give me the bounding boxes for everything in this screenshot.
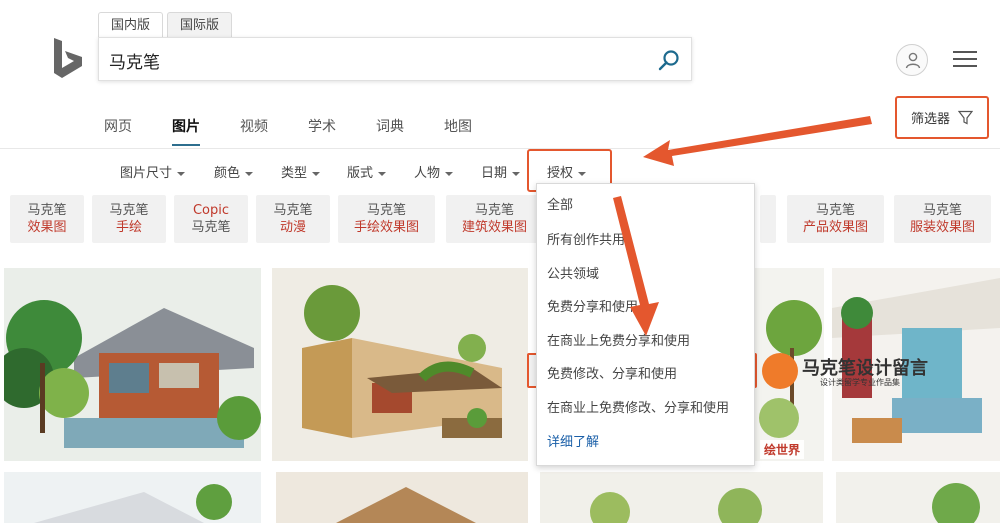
marker-sketch-row2 xyxy=(836,472,1000,523)
license-option-free-modify[interactable]: 免费修改、分享和使用 xyxy=(547,363,677,382)
arrow-to-license-icon xyxy=(643,116,872,166)
related-search-partial[interactable] xyxy=(760,195,776,243)
search-input[interactable] xyxy=(109,46,629,74)
nav-academic[interactable]: 学术 xyxy=(308,116,336,144)
image-result[interactable] xyxy=(272,268,528,461)
watermark: 马克笔设计留言 设计类留学专业作品集 xyxy=(762,351,932,391)
bing-logo-icon[interactable] xyxy=(52,38,84,80)
nav-videos[interactable]: 视频 xyxy=(240,116,268,144)
nav-dictionary[interactable]: 词典 xyxy=(376,116,404,144)
image-result[interactable] xyxy=(276,472,528,523)
caret-down-icon xyxy=(312,171,321,176)
related-search[interactable]: 马克笔 产品效果图 xyxy=(787,195,884,243)
nav-web[interactable]: 网页 xyxy=(104,116,132,144)
license-option-all[interactable]: 全部 xyxy=(547,194,573,213)
marker-sketch-row2 xyxy=(4,472,261,523)
caret-down-icon xyxy=(378,171,387,176)
filter-color[interactable]: 颜色 xyxy=(214,162,254,181)
filter-button-label: 筛选器 xyxy=(910,112,950,127)
related-search[interactable]: 马克笔 效果图 xyxy=(10,195,84,243)
license-option-free-share[interactable]: 免费分享和使用 xyxy=(547,296,638,315)
nav-divider xyxy=(0,148,1000,149)
caret-down-icon xyxy=(177,171,186,176)
license-option-creative-commons[interactable]: 所有创作共用 xyxy=(547,229,625,248)
vertical-nav: 网页 图片 视频 学术 词典 地图 xyxy=(104,116,512,146)
tab-international[interactable]: 国际版 xyxy=(167,12,233,38)
funnel-icon xyxy=(958,110,973,125)
image-result[interactable] xyxy=(4,268,261,461)
related-search[interactable]: 马克笔 手绘 xyxy=(92,195,166,243)
watermark-subtitle: 设计类留学专业作品集 xyxy=(820,378,900,387)
filter-layout[interactable]: 版式 xyxy=(347,162,387,181)
caret-down-icon xyxy=(512,171,521,176)
filter-date[interactable]: 日期 xyxy=(481,162,521,181)
license-option-free-share-commercial[interactable]: 在商业上免费分享和使用 xyxy=(547,330,690,349)
related-search[interactable]: 马克笔 服装效果图 xyxy=(894,195,991,243)
user-avatar[interactable] xyxy=(896,44,928,76)
caret-down-icon xyxy=(445,171,454,176)
license-option-public-domain[interactable]: 公共领域 xyxy=(547,263,599,282)
filter-type[interactable]: 类型 xyxy=(281,162,321,181)
image-result[interactable] xyxy=(836,472,1000,523)
scope-tabs: 国内版 国际版 xyxy=(98,12,233,38)
nav-images[interactable]: 图片 xyxy=(172,116,200,146)
related-search[interactable]: Copic 马克笔 xyxy=(174,195,248,243)
license-dropdown: 全部 所有创作共用 公共领域 免费分享和使用 在商业上免费分享和使用 免费修改、… xyxy=(536,183,755,466)
image-result[interactable] xyxy=(4,472,261,523)
filter-button[interactable]: 筛选器 xyxy=(895,96,989,139)
caret-down-icon xyxy=(245,171,254,176)
user-icon xyxy=(905,52,921,69)
related-search[interactable]: 马克笔 手绘效果图 xyxy=(338,195,435,243)
tab-domestic[interactable]: 国内版 xyxy=(98,12,164,38)
filter-image-size[interactable]: 图片尺寸 xyxy=(120,162,186,181)
marker-sketch-row2 xyxy=(276,472,528,523)
watermark-logo-icon xyxy=(762,353,798,389)
image-source-badge: 绘世界 xyxy=(760,440,805,459)
search-box xyxy=(98,37,692,81)
learn-more-link[interactable]: 详细了解 xyxy=(547,431,599,450)
hamburger-menu-icon[interactable] xyxy=(953,50,977,68)
marker-house-sketch xyxy=(4,268,261,461)
filter-people[interactable]: 人物 xyxy=(414,162,454,181)
image-result[interactable] xyxy=(540,472,823,523)
related-search[interactable]: 马克笔 动漫 xyxy=(256,195,330,243)
marker-building-sketch xyxy=(272,268,528,461)
marker-sketch-row2 xyxy=(540,472,823,523)
related-search[interactable]: 马克笔 建筑效果图 xyxy=(446,195,543,243)
search-icon[interactable] xyxy=(657,48,681,72)
nav-maps[interactable]: 地图 xyxy=(444,116,472,144)
license-option-free-modify-commercial[interactable]: 在商业上免费修改、分享和使用 xyxy=(547,397,729,416)
